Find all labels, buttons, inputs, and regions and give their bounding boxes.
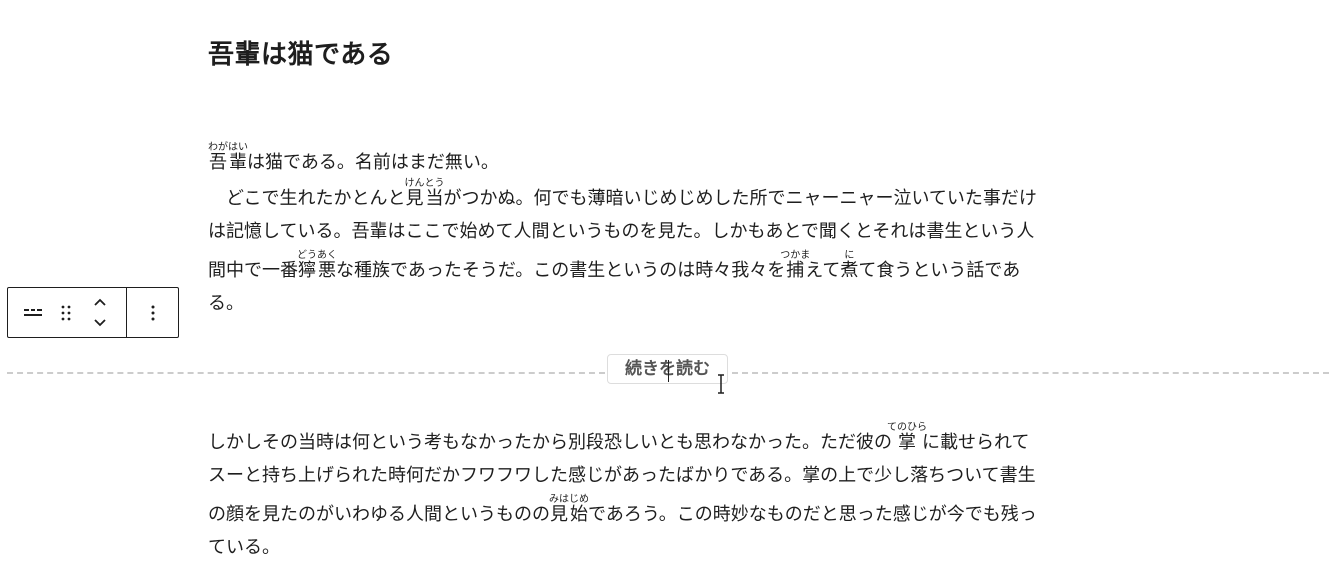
text-run: であろう。この時妙なものだと思った感じが今でも残っ [588, 504, 1037, 525]
ruby-base: 見始 [549, 504, 589, 525]
ruby-annotation: 煮に [840, 251, 859, 282]
ruby-reading: みはじめ [549, 494, 589, 505]
paragraph-line: の顔を見たのがいわゆる人間というものの見始みはじめであろう。この時妙なものだと思… [208, 494, 1138, 530]
text-run: は記憶している。吾輩はここで始めて人間というものを見た。しかもあとで聞くとそれは… [208, 221, 1035, 242]
text-run: しかしその当時は何という考もなかったから別段恐しいとも思わなかった。ただ彼の [208, 432, 892, 453]
paragraph-block[interactable]: しかしその当時は何という考もなかったから別段恐しいとも思わなかった。ただ彼の掌て… [208, 422, 1138, 566]
paragraph-line: どこで生れたかとんと見当けんとうがつかぬ。何でも薄暗いじめじめした所でニャーニャ… [208, 178, 1138, 214]
toolbar-separator [126, 288, 127, 337]
drag-handle-button[interactable] [52, 288, 80, 337]
text-run: る。 [208, 293, 244, 314]
text-caret [668, 360, 669, 382]
ruby-reading: つかま [780, 250, 811, 261]
ruby-annotation: 見当けんとう [404, 179, 445, 210]
chevron-up-icon [94, 298, 106, 306]
text-run: どこで生れたかとんと [208, 188, 406, 209]
text-run: は猫である。名前はまだ無い。 [247, 152, 499, 173]
block-mover [87, 292, 113, 334]
paragraph-line: は記憶している。吾輩はここで始めて人間というものを見た。しかもあとで聞くとそれは… [208, 214, 1138, 250]
ruby-base: 掌 [887, 432, 927, 453]
drag-handle-icon [61, 305, 71, 320]
move-down-button[interactable] [87, 313, 113, 333]
text-run: の顔を見たのがいわゆる人間というものの [208, 504, 550, 525]
more-block-icon [24, 308, 42, 316]
ruby-annotation: 捕つかま [780, 251, 810, 282]
ruby-reading: に [840, 250, 859, 261]
more-separator-right [732, 372, 1329, 374]
chevron-down-icon [94, 319, 106, 327]
ruby-reading: けんとう [404, 178, 445, 189]
ruby-annotation: 見始みはじめ [549, 495, 589, 526]
paragraph-line: る。 [208, 286, 1138, 322]
move-up-button[interactable] [87, 292, 113, 312]
text-run: て食うという話であ [858, 260, 1021, 281]
ruby-base: 吾輩 [208, 152, 248, 173]
ruby-reading: わがはい [208, 142, 248, 153]
ibeam-cursor-icon [718, 374, 724, 394]
ruby-reading: どうあく [297, 250, 337, 261]
text-run: に載せられて [922, 432, 1030, 453]
more-separator-left [7, 372, 605, 374]
more-block[interactable]: 続きを読む [0, 352, 1329, 388]
block-options-button[interactable] [132, 288, 174, 337]
paragraph-line: 吾輩わがはいは猫である。名前はまだ無い。 [208, 142, 1138, 178]
ruby-base: 見当 [404, 188, 445, 209]
ruby-annotation: 獰悪どうあく [297, 251, 337, 282]
block-type-button[interactable] [18, 288, 48, 337]
text-run: 間中で一番 [208, 260, 298, 281]
post-title[interactable]: 吾輩は猫である [208, 38, 393, 72]
paragraph-block[interactable]: 吾輩わがはいは猫である。名前はまだ無い。 どこで生れたかとんと見当けんとうがつか… [208, 142, 1138, 322]
paragraph-line: スーと持ち上げられた時何だかフワフワした感じがあったばかりである。掌の上で少し落… [208, 458, 1138, 494]
text-run: がつかぬ。何でも薄暗いじめじめした所でニャーニャー泣いていた事だけ [443, 188, 1037, 209]
paragraph-line: しかしその当時は何という考もなかったから別段恐しいとも思わなかった。ただ彼の掌て… [208, 422, 1138, 458]
ruby-annotation: 吾輩わがはい [208, 143, 248, 174]
text-run: ている。 [208, 537, 280, 558]
ruby-base: 煮 [840, 260, 859, 281]
more-vertical-icon [151, 305, 155, 320]
text-run: えて [805, 260, 841, 281]
paragraph-line: ている。 [208, 530, 1138, 566]
text-run: スーと持ち上げられた時何だかフワフワした感じがあったばかりである。掌の上で少し落… [208, 465, 1036, 486]
paragraph-line: 間中で一番獰悪どうあくな種族であったそうだ。この書生というのは時々我々を捕つかま… [208, 250, 1138, 286]
ruby-base: 獰悪 [297, 260, 337, 281]
ruby-annotation: 掌てのひら [887, 423, 927, 454]
text-run: な種族であったそうだ。この書生というのは時々我々を [336, 260, 786, 281]
block-toolbar [7, 287, 179, 338]
ruby-reading: てのひら [887, 422, 927, 433]
